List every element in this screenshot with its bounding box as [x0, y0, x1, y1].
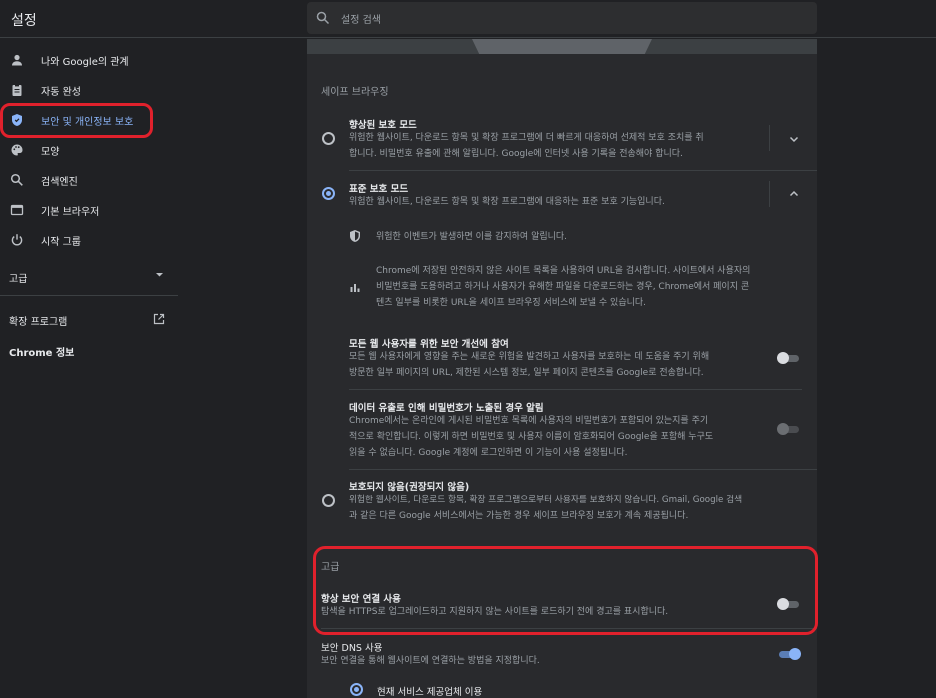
toggle-knob — [789, 648, 801, 660]
browser-icon — [10, 204, 24, 216]
toggle-password-leak[interactable] — [777, 423, 801, 435]
standard-detail-url-check-2: 비밀번호를 도용하려고 하거나 사용자가 유해한 파일을 다운로드하는 경우, … — [376, 282, 750, 292]
divider — [349, 469, 817, 470]
separator-vertical — [769, 181, 770, 207]
secure-dns-desc: 보안 연결을 통해 웹사이트에 연결하는 방법을 지정합니다. — [321, 656, 540, 666]
sidebar-item-label: 검색엔진 — [41, 177, 78, 188]
chevron-up-icon[interactable] — [788, 188, 800, 200]
secure-dns-title: 보안 DNS 사용 — [321, 643, 383, 654]
enhanced-protection-desc-1: 위험한 웹사이트, 다운로드 항목 및 확장 프로그램에 더 빠르게 대응하여 … — [349, 133, 704, 143]
sidebar-item-label: 나와 Google의 관계 — [41, 57, 129, 68]
sidebar-item-label: 시작 그룹 — [41, 237, 81, 248]
sidebar-divider — [0, 295, 178, 296]
radio-standard-protection[interactable] — [322, 187, 335, 200]
chevron-down-icon[interactable] — [155, 272, 164, 278]
toggle-knob — [777, 352, 789, 364]
no-protection-title: 보호되지 않음(권장되지 않음) — [349, 482, 470, 493]
card-top-tab — [472, 39, 652, 54]
sidebar-item-label: 모양 — [41, 147, 60, 158]
enhanced-protection-title: 향상된 보호 모드 — [349, 120, 417, 131]
radio-enhanced-protection[interactable] — [322, 132, 335, 145]
sidebar-advanced[interactable]: 고급 — [9, 270, 27, 285]
improve-security-desc-1: 모든 웹 사용자에게 영향을 주는 새로운 위험을 발견하고 사용자를 보호하는… — [349, 352, 710, 362]
divider — [349, 389, 802, 390]
sidebar-extensions[interactable]: 확장 프로그램 — [9, 313, 67, 328]
toggle-knob — [777, 423, 789, 435]
section-heading-safe-browsing: 세이프 브라우징 — [321, 87, 389, 98]
sidebar-item-label: 기본 브라우저 — [41, 207, 100, 218]
improve-security-title: 모든 웹 사용자를 위한 보안 개선에 참여 — [349, 339, 509, 350]
no-protection-desc-1: 위험한 웹사이트, 다운로드 항목, 확장 프로그램으로부터 사용자를 보호하지… — [349, 495, 743, 505]
sidebar-item-you-and-google[interactable]: 나와 Google의 관계 — [0, 45, 178, 75]
bar-chart-icon — [350, 284, 360, 292]
standard-detail-url-check-3: 텐츠 일부를 비롯한 URL을 세이프 브라우징 서비스에 보낼 수 있습니다. — [376, 298, 647, 308]
page-title: 설정 — [11, 13, 37, 29]
password-leak-desc-1: Chrome에서는 온라인에 게시된 비밀번호 목록에 사용자의 비밀번호가 포… — [349, 416, 709, 426]
open-in-new-icon[interactable] — [153, 313, 165, 325]
highlight-ring-advanced — [313, 546, 818, 635]
password-leak-desc-3: 읽을 수 없습니다. Google 계정에 로그인하면 이 기능이 사용 설정됩… — [349, 448, 628, 458]
sidebar-item-autofill[interactable]: 자동 완성 — [0, 75, 178, 105]
divider — [349, 170, 817, 171]
dns-current-provider-label: 현재 서비스 제공업체 이용 — [377, 687, 483, 698]
standard-detail-url-check-1: Chrome에 저장된 안전하지 않은 사이트 목록을 사용하여 URL을 검사… — [376, 266, 751, 276]
person-icon — [12, 54, 22, 66]
highlight-ring-sidebar — [0, 103, 153, 138]
sidebar-item-appearance[interactable]: 모양 — [0, 135, 178, 165]
chevron-down-icon[interactable] — [788, 133, 800, 145]
sidebar-item-default-browser[interactable]: 기본 브라우저 — [0, 195, 178, 225]
no-protection-desc-2: 과 같은 다른 Google 서비스에서는 가능한 경우 세이프 브라우징 보호… — [349, 511, 689, 521]
clipboard-icon — [12, 84, 22, 96]
sidebar-item-search-engine[interactable]: 검색엔진 — [0, 165, 178, 195]
toggle-secure-dns[interactable] — [777, 648, 801, 660]
radio-no-protection[interactable] — [322, 494, 335, 507]
radio-dns-current-provider[interactable] — [350, 683, 363, 696]
top-bar: 설정 설정 검색 — [0, 0, 936, 38]
standard-detail-alert: 위험한 이벤트가 발생하면 이를 감지하여 알립니다. — [376, 232, 568, 242]
standard-protection-desc: 위험한 웹사이트, 다운로드 항목 및 확장 프로그램에 대응하는 표준 보호 … — [349, 197, 665, 207]
power-icon — [11, 234, 23, 246]
sidebar-item-label: 자동 완성 — [41, 87, 81, 98]
search-icon — [316, 11, 330, 25]
search-icon — [10, 173, 23, 186]
password-leak-desc-2: 적으로 확인합니다. 이렇게 하면 비밀번호 및 사용자 이름이 암호화되어 G… — [349, 432, 714, 442]
improve-security-desc-2: 방문한 일부 페이지의 URL, 제한된 시스템 정보, 일부 페이지 콘텐츠를… — [349, 368, 704, 378]
search-input[interactable]: 설정 검색 — [341, 11, 381, 26]
separator-vertical — [769, 125, 770, 151]
palette-icon — [11, 144, 23, 156]
sidebar-about-chrome[interactable]: Chrome 정보 — [9, 344, 74, 359]
standard-protection-title: 표준 보호 모드 — [349, 184, 409, 195]
sidebar-item-on-startup[interactable]: 시작 그룹 — [0, 225, 178, 255]
shield-alert-icon — [350, 230, 360, 242]
search-box[interactable]: 설정 검색 — [307, 2, 817, 34]
enhanced-protection-desc-2: 합니다. 비밀번호 유출에 관해 알립니다. Google에 인터넷 사용 기록… — [349, 149, 683, 159]
toggle-improve-security[interactable] — [777, 352, 801, 364]
password-leak-title: 데이터 유출로 인해 비밀번호가 노출된 경우 알림 — [349, 403, 544, 414]
